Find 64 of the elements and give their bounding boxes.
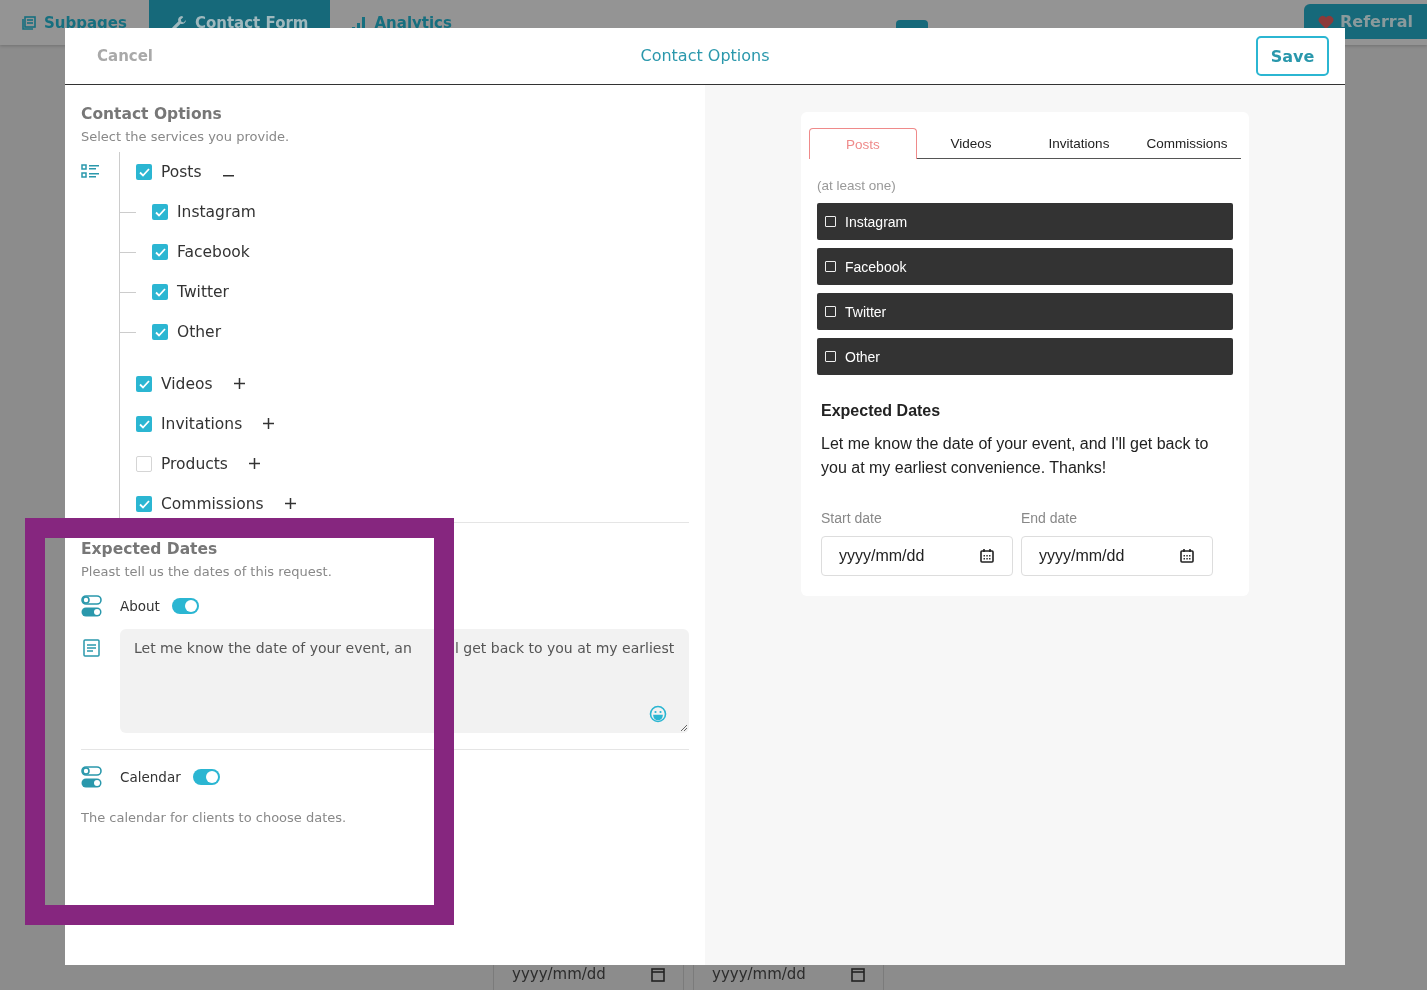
- list-icon: [81, 164, 99, 179]
- expand-icon[interactable]: [263, 418, 275, 429]
- checkbox[interactable]: [825, 216, 836, 227]
- checkbox[interactable]: [825, 261, 836, 272]
- option-label: Invitations: [161, 415, 243, 433]
- section-title: Expected Dates: [81, 540, 219, 558]
- toggle-switch[interactable]: [192, 769, 220, 785]
- checkbox[interactable]: [136, 416, 152, 432]
- checkbox[interactable]: [136, 456, 152, 472]
- toggles-icon: [81, 766, 102, 788]
- checkbox[interactable]: [152, 324, 168, 340]
- option-label: Facebook: [845, 258, 907, 275]
- checkbox[interactable]: [152, 284, 168, 300]
- document-icon: [83, 639, 100, 657]
- expand-icon[interactable]: [284, 498, 296, 509]
- checkbox[interactable]: [136, 496, 152, 512]
- option-label: Products: [161, 455, 228, 473]
- date-label: End date: [1021, 510, 1079, 526]
- option-label: Other: [177, 323, 221, 341]
- heart-icon: [1317, 14, 1334, 29]
- option-row[interactable]: Other: [817, 338, 1233, 375]
- hint-text: (at least one): [817, 178, 897, 193]
- option-row[interactable]: Twitter: [817, 293, 1233, 330]
- calendar-icon[interactable]: [1179, 548, 1195, 564]
- date-label: Start date: [821, 510, 883, 526]
- checkbox[interactable]: [825, 351, 836, 362]
- checkbox[interactable]: [152, 244, 168, 260]
- option-label: Twitter: [845, 303, 887, 320]
- pages-icon: [22, 15, 36, 30]
- option-label: Other: [845, 348, 880, 365]
- option-label: Posts: [161, 163, 202, 181]
- checkbox[interactable]: [152, 204, 168, 220]
- toggle-label: Calendar: [120, 769, 181, 785]
- preview-heading: Expected Dates: [821, 402, 942, 420]
- checkbox[interactable]: [136, 164, 152, 180]
- checkbox[interactable]: [136, 376, 152, 392]
- resize-handle-icon[interactable]: [680, 724, 688, 732]
- date-field[interactable]: yyyy/mm/dd: [821, 536, 1013, 576]
- expand-icon[interactable]: [248, 458, 260, 469]
- section-subtitle: Select the services you provide.: [81, 129, 291, 144]
- section-title: Contact Options: [81, 105, 223, 123]
- section-subtitle: Pleast tell us the dates of this request.: [81, 564, 333, 579]
- option-label: Twitter: [177, 283, 229, 301]
- toggles-icon: [81, 595, 102, 617]
- date-field[interactable]: yyyy/mm/dd: [1021, 536, 1213, 576]
- modal-title: Contact Options: [640, 46, 770, 65]
- option-label: Commissions: [161, 495, 264, 513]
- option-row[interactable]: Facebook: [817, 248, 1233, 285]
- calendar-icon: [651, 966, 665, 982]
- toggle-label: About: [120, 598, 160, 614]
- option-row[interactable]: Instagram: [817, 203, 1233, 240]
- option-label: Instagram: [177, 203, 256, 221]
- wrench-icon: [170, 14, 187, 31]
- option-label: Videos: [161, 375, 213, 393]
- option-label: Instagram: [845, 213, 908, 230]
- calendar-note: The calendar for clients to choose dates.: [81, 810, 348, 825]
- expand-icon[interactable]: [233, 378, 245, 389]
- option-label: Facebook: [177, 243, 250, 261]
- message-field[interactable]: Let me know the date of your event, an l get back to you at my earliest: [120, 629, 689, 733]
- checkbox[interactable]: [825, 306, 836, 317]
- toggle-switch[interactable]: [171, 598, 199, 614]
- calendar-icon: [851, 966, 865, 982]
- preview-text: Let me know the date of your event, and I'll get back to you at my earliest convenience. Thanks!: [821, 434, 1210, 478]
- calendar-icon[interactable]: [979, 548, 995, 564]
